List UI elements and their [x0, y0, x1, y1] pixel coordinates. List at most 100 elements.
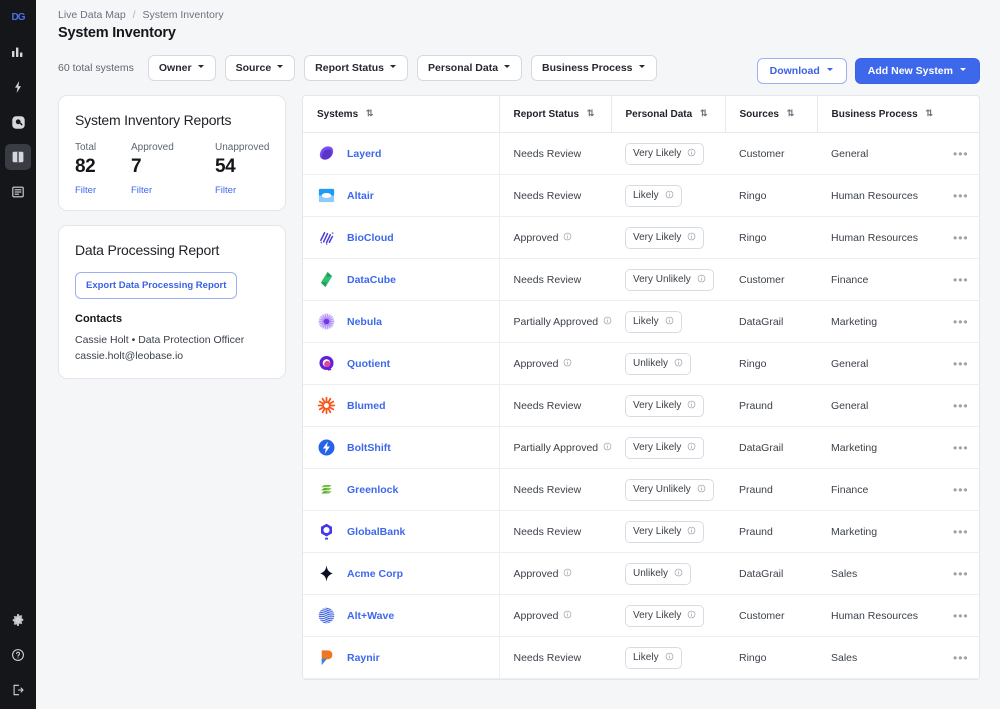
- personal-data-badge[interactable]: Unlikely: [625, 353, 691, 375]
- info-icon[interactable]: [665, 652, 674, 664]
- table-row[interactable]: BoltShiftPartially ApprovedVery LikelyDa…: [303, 427, 979, 469]
- system-name-link[interactable]: Blumed: [347, 400, 386, 412]
- info-icon[interactable]: [674, 358, 683, 370]
- stat-total-filter-link[interactable]: Filter: [75, 185, 131, 196]
- download-button[interactable]: Download: [757, 58, 847, 84]
- system-name-link[interactable]: DataCube: [347, 274, 396, 286]
- row-menu-button[interactable]: •••: [953, 231, 969, 245]
- export-data-processing-report-button[interactable]: Export Data Processing Report: [75, 272, 237, 299]
- table-row[interactable]: GreenlockNeeds ReviewVery UnlikelyPraund…: [303, 469, 979, 511]
- row-menu-button[interactable]: •••: [953, 357, 969, 371]
- sidebar-item-reports[interactable]: [5, 179, 31, 205]
- personal-data-badge[interactable]: Likely: [625, 647, 682, 669]
- system-name-link[interactable]: Nebula: [347, 316, 382, 328]
- info-icon[interactable]: [687, 400, 696, 412]
- system-name-link[interactable]: Altair: [347, 190, 374, 202]
- table-row[interactable]: DataCubeNeeds ReviewVery UnlikelyCustome…: [303, 259, 979, 301]
- filter-source-button[interactable]: Source: [225, 55, 296, 81]
- column-header-personal-data[interactable]: Personal Data ⇅: [611, 96, 725, 133]
- info-icon[interactable]: [563, 232, 572, 244]
- row-menu-button[interactable]: •••: [953, 525, 969, 539]
- info-icon[interactable]: [697, 274, 706, 286]
- personal-data-badge[interactable]: Very Likely: [625, 227, 704, 249]
- sidebar-item-search[interactable]: [5, 109, 31, 135]
- personal-data-badge[interactable]: Likely: [625, 185, 682, 207]
- sidebar-item-settings[interactable]: [5, 607, 31, 633]
- filter-report-status-button[interactable]: Report Status: [304, 55, 408, 81]
- sidebar-item-dashboard[interactable]: [5, 39, 31, 65]
- system-name-link[interactable]: Greenlock: [347, 484, 398, 496]
- sort-icon[interactable]: ⇅: [366, 108, 374, 119]
- table-row[interactable]: [303, 679, 979, 681]
- sidebar-item-live-data-map[interactable]: [5, 144, 31, 170]
- system-name-link[interactable]: BioCloud: [347, 232, 394, 244]
- personal-data-badge[interactable]: Very Unlikely: [625, 269, 714, 291]
- personal-data-badge[interactable]: Very Likely: [625, 143, 704, 165]
- sidebar-item-logout[interactable]: [5, 677, 31, 703]
- column-header-report-status[interactable]: Report Status ⇅: [499, 96, 611, 133]
- personal-data-badge[interactable]: Very Likely: [625, 395, 704, 417]
- personal-data-badge[interactable]: Very Unlikely: [625, 479, 714, 501]
- personal-data-badge[interactable]: [625, 679, 644, 680]
- sort-icon[interactable]: ⇅: [587, 108, 595, 119]
- info-icon[interactable]: [665, 190, 674, 202]
- info-icon[interactable]: [603, 316, 612, 328]
- system-name-link[interactable]: Alt+Wave: [347, 610, 394, 622]
- row-menu-button[interactable]: •••: [953, 273, 969, 287]
- system-name-link[interactable]: Acme Corp: [347, 568, 403, 580]
- personal-data-badge[interactable]: Unlikely: [625, 563, 691, 585]
- personal-data-badge[interactable]: Very Likely: [625, 437, 704, 459]
- app-logo[interactable]: DG: [12, 7, 25, 25]
- table-row[interactable]: NebulaPartially ApprovedLikelyDataGrailM…: [303, 301, 979, 343]
- row-menu-button[interactable]: •••: [953, 441, 969, 455]
- system-name-link[interactable]: Raynir: [347, 652, 380, 664]
- column-header-systems[interactable]: Systems ⇅: [303, 96, 499, 133]
- row-menu-button[interactable]: •••: [953, 147, 969, 161]
- table-row[interactable]: BioCloudApprovedVery LikelyRingoHuman Re…: [303, 217, 979, 259]
- row-menu-button[interactable]: •••: [953, 651, 969, 665]
- table-row[interactable]: QuotientApprovedUnlikelyRingoGeneral•••: [303, 343, 979, 385]
- personal-data-badge[interactable]: Likely: [625, 311, 682, 333]
- system-name-link[interactable]: Quotient: [347, 358, 390, 370]
- info-icon[interactable]: [563, 568, 572, 580]
- table-row[interactable]: LayerdNeeds ReviewVery LikelyCustomerGen…: [303, 133, 979, 175]
- sidebar-item-help[interactable]: [5, 642, 31, 668]
- table-row[interactable]: AltairNeeds ReviewLikelyRingoHuman Resou…: [303, 175, 979, 217]
- table-row[interactable]: GlobalBankNeeds ReviewVery LikelyPraundM…: [303, 511, 979, 553]
- filter-business-process-button[interactable]: Business Process: [531, 55, 656, 81]
- system-name-link[interactable]: BoltShift: [347, 442, 391, 454]
- table-row[interactable]: RaynirNeeds ReviewLikelyRingoSales•••: [303, 637, 979, 679]
- stat-approved-filter-link[interactable]: Filter: [131, 185, 215, 196]
- info-icon[interactable]: [674, 568, 683, 580]
- row-menu-button[interactable]: •••: [953, 483, 969, 497]
- sidebar-item-automation[interactable]: [5, 74, 31, 100]
- personal-data-badge[interactable]: Very Likely: [625, 605, 704, 627]
- table-row[interactable]: BlumedNeeds ReviewVery LikelyPraundGener…: [303, 385, 979, 427]
- row-menu-button[interactable]: •••: [953, 567, 969, 581]
- info-icon[interactable]: [687, 232, 696, 244]
- table-row[interactable]: Alt+WaveApprovedVery LikelyCustomerHuman…: [303, 595, 979, 637]
- filter-owner-button[interactable]: Owner: [148, 55, 216, 81]
- breadcrumb-parent[interactable]: Live Data Map: [58, 9, 126, 21]
- info-icon[interactable]: [603, 442, 612, 454]
- stat-unapproved-filter-link[interactable]: Filter: [215, 185, 295, 196]
- personal-data-badge[interactable]: Very Likely: [625, 521, 704, 543]
- column-header-sources[interactable]: Sources ⇅: [725, 96, 817, 133]
- info-icon[interactable]: [563, 358, 572, 370]
- info-icon[interactable]: [687, 442, 696, 454]
- row-menu-button[interactable]: •••: [953, 399, 969, 413]
- column-header-business-process[interactable]: Business Process ⇅: [817, 96, 979, 133]
- add-new-system-button[interactable]: Add New System: [855, 58, 980, 84]
- info-icon[interactable]: [687, 148, 696, 160]
- table-row[interactable]: Acme CorpApprovedUnlikelyDataGrailSales•…: [303, 553, 979, 595]
- info-icon[interactable]: [563, 610, 572, 622]
- info-icon[interactable]: [665, 316, 674, 328]
- row-menu-button[interactable]: •••: [953, 189, 969, 203]
- filter-personal-data-button[interactable]: Personal Data: [417, 55, 522, 81]
- info-icon[interactable]: [697, 484, 706, 496]
- sort-icon[interactable]: ⇅: [787, 108, 795, 119]
- system-name-link[interactable]: GlobalBank: [347, 526, 405, 538]
- row-menu-button[interactable]: •••: [953, 609, 969, 623]
- sort-icon[interactable]: ⇅: [925, 108, 933, 119]
- sort-icon[interactable]: ⇅: [700, 108, 708, 119]
